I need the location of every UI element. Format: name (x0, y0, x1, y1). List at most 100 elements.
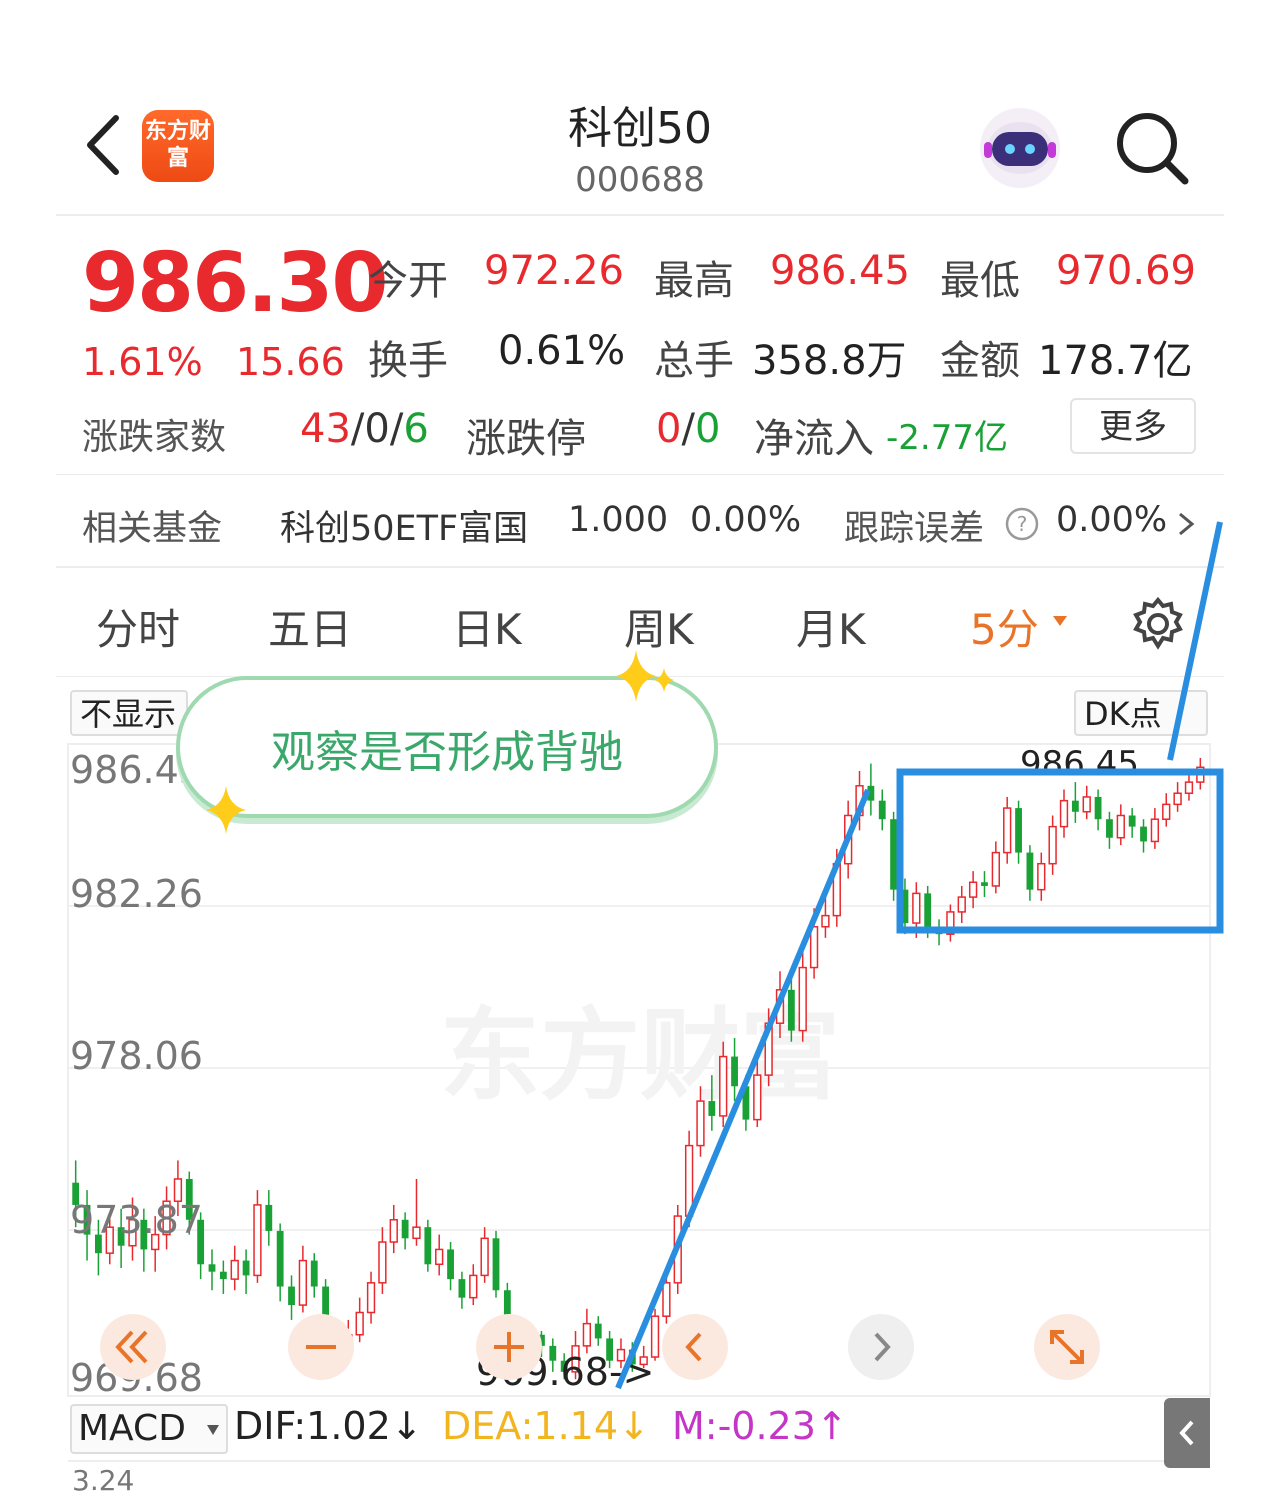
high-marker: 986.45 (1020, 744, 1139, 784)
candle-body (435, 1248, 444, 1266)
back-chevron-icon[interactable] (78, 110, 128, 180)
candle-body (821, 914, 830, 928)
candle-body (968, 881, 978, 898)
candle-body (1003, 807, 1012, 854)
fund-name[interactable]: 科创50ETF富国 (280, 500, 528, 551)
candle-body (424, 1227, 432, 1265)
candle-body (582, 1322, 592, 1347)
candle-body (401, 1219, 409, 1239)
candle-body (298, 1259, 308, 1306)
high-label: 最高 (654, 258, 734, 304)
candle-body (1150, 818, 1160, 843)
candle-body (1173, 792, 1182, 806)
chevron-right-icon[interactable] (1176, 510, 1198, 538)
turnover-value: 0.61% (498, 328, 626, 374)
limit-label: 涨跌停 (466, 416, 586, 462)
sparkle-icon (206, 786, 246, 834)
scroll-left-button[interactable] (100, 1314, 166, 1380)
candle-body (492, 1238, 500, 1291)
prev-button[interactable] (662, 1314, 728, 1380)
candle-body (901, 889, 909, 924)
candle-body (742, 1086, 750, 1120)
tab-daily-k[interactable]: 日K (452, 596, 522, 657)
zoom-in-button[interactable] (476, 1314, 542, 1380)
candle-body (867, 785, 875, 801)
current-price: 986.30 (82, 236, 388, 331)
chevron-left-icon (1179, 1420, 1194, 1446)
breadth-label: 涨跌家数 (82, 417, 227, 458)
candle-body (412, 1226, 421, 1240)
candle-body (230, 1259, 239, 1280)
candle-body (458, 1279, 466, 1298)
tab-intraday[interactable]: 分时 (96, 596, 180, 657)
candle-body (1026, 852, 1034, 890)
candle-body (242, 1260, 250, 1276)
candle-body (1048, 825, 1057, 865)
low-label: 最低 (940, 258, 1020, 304)
y-tick-label: 973.87 (70, 1198, 203, 1242)
quote-divider (56, 474, 1224, 475)
candle-body (1071, 800, 1079, 812)
tab-5min[interactable]: 5分 (970, 596, 1039, 657)
candle-body (935, 926, 943, 935)
candle-body (696, 1100, 705, 1147)
settings-gear-icon[interactable] (1130, 596, 1186, 652)
candle-body (1116, 814, 1125, 839)
fund-pct: 0.00% (690, 500, 802, 540)
zoom-out-button[interactable] (288, 1314, 354, 1380)
candle-body (798, 966, 807, 1032)
candle-body (1162, 803, 1171, 820)
candle-body (708, 1101, 716, 1116)
macd-dea: DEA:1.14↓ (442, 1404, 650, 1448)
plus-icon (494, 1332, 524, 1362)
candle-body (855, 785, 864, 817)
candle-body (844, 814, 853, 865)
fund-divider (56, 566, 1224, 568)
netflow-value: -2.77亿 (886, 418, 1008, 458)
candle-body (753, 1074, 762, 1121)
dropdown-caret-icon (207, 1425, 219, 1435)
candle-body (924, 893, 932, 927)
help-icon[interactable]: ? (1004, 506, 1040, 542)
hide-indicator-toggle[interactable]: 不显示 (70, 690, 188, 736)
fullscreen-button[interactable] (1034, 1314, 1100, 1380)
next-button[interactable] (848, 1314, 914, 1380)
candle-body (787, 989, 795, 1031)
candle-body (310, 1260, 318, 1287)
candle-body (1106, 819, 1113, 838)
low-value: 970.69 (1056, 248, 1196, 294)
page-title: 科创50 (568, 103, 712, 154)
stock-code: 000688 (575, 160, 705, 200)
candle-body (957, 896, 966, 913)
dk-point-toggle[interactable]: DK点 (1074, 690, 1208, 736)
candle-body (991, 851, 1000, 887)
open-label: 今开 (368, 258, 448, 304)
candle-body (265, 1204, 273, 1231)
y-tick-label: 982.26 (70, 872, 203, 916)
more-button[interactable]: 更多 (1070, 398, 1196, 454)
tab-monthly-k[interactable]: 月K (796, 596, 866, 657)
search-icon[interactable] (1112, 108, 1192, 188)
candle-body (775, 989, 785, 1024)
candle-body (288, 1286, 295, 1306)
candle-body (447, 1249, 454, 1280)
indicator-select[interactable]: MACD (70, 1404, 228, 1454)
candle-body (1059, 799, 1069, 828)
minus-icon (306, 1345, 336, 1349)
annotation-text: 观察是否形成背驰 (271, 727, 623, 778)
macd-axis-label: 3.24 (72, 1464, 135, 1497)
candle-body (1128, 815, 1136, 827)
candle-body (719, 1055, 728, 1117)
candle-body (1184, 781, 1194, 794)
tab-five-day[interactable]: 五日 (268, 596, 352, 657)
app-logo: 东方财富 (142, 110, 214, 182)
candle-body (355, 1311, 364, 1336)
candle-body (684, 1144, 694, 1217)
svg-text:?: ? (1017, 512, 1028, 536)
robot-assistant-icon[interactable] (976, 104, 1064, 192)
candle-body (480, 1237, 489, 1277)
y-tick-label: 978.06 (70, 1034, 203, 1078)
candle-body (1196, 766, 1205, 783)
candle-body (890, 819, 898, 890)
collapse-tab[interactable] (1164, 1398, 1210, 1468)
